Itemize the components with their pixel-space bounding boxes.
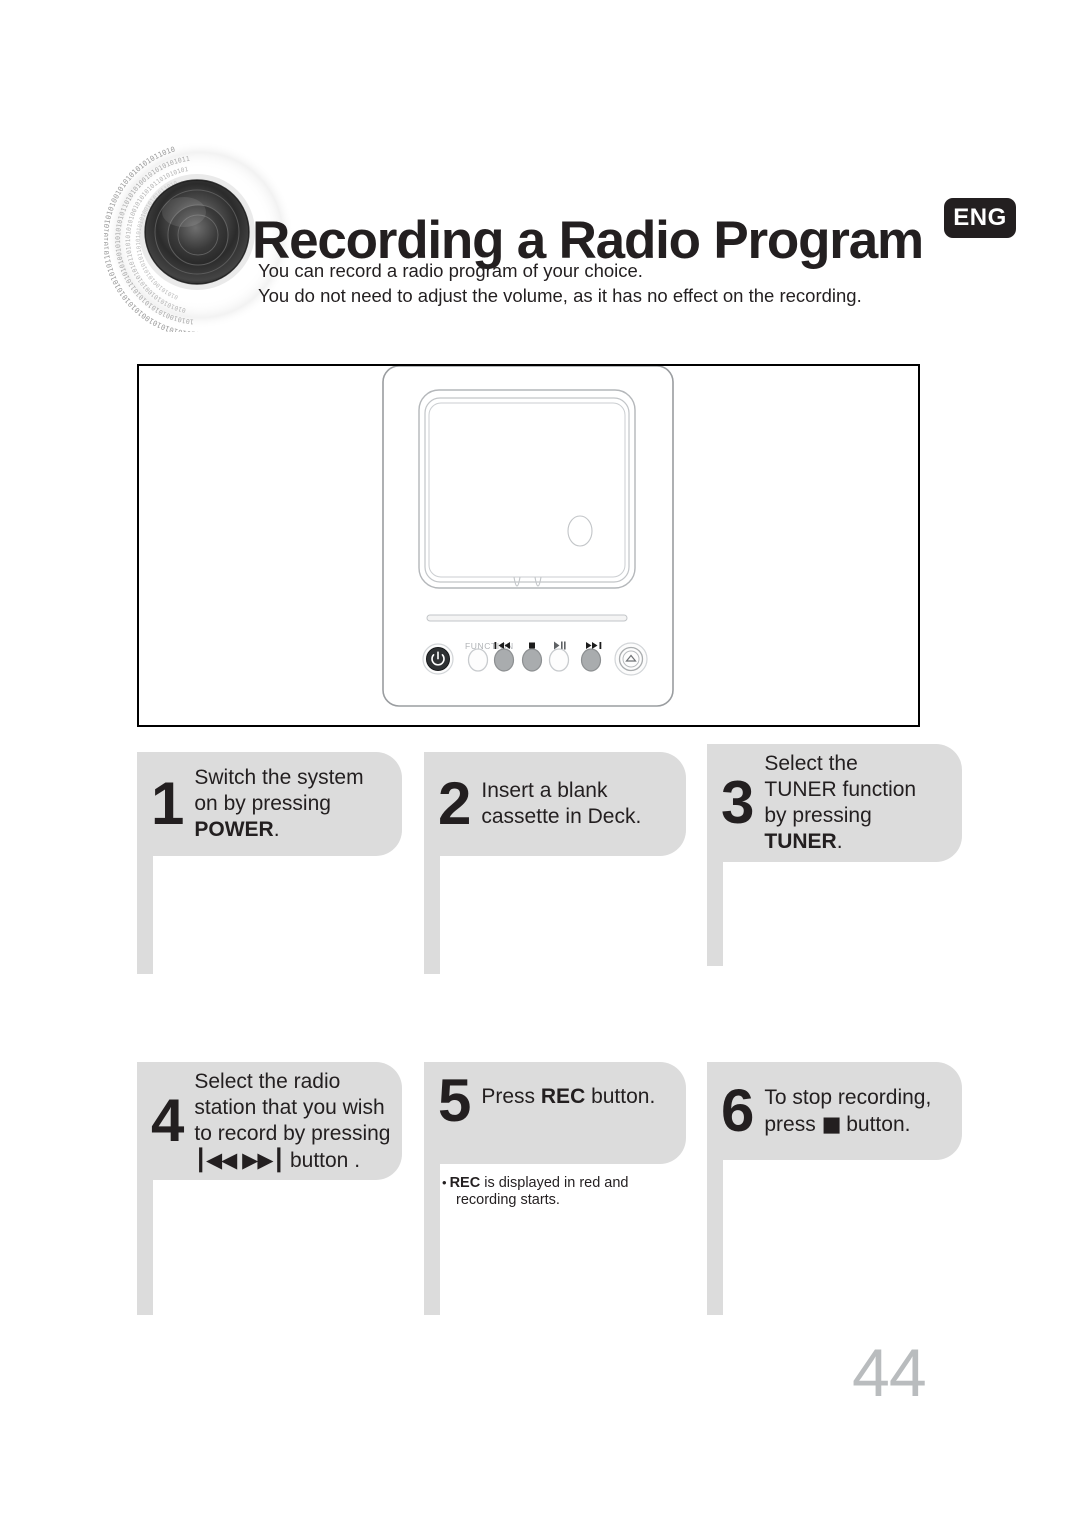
- step-6-text-before: press: [764, 1112, 822, 1136]
- page-number: 44: [852, 1335, 927, 1411]
- step-1-line-3: POWER.: [194, 817, 394, 843]
- step-2-text: Insert a blank cassette in Deck.: [481, 778, 686, 830]
- step-6-text-after: button.: [840, 1112, 911, 1136]
- step-3-line-3: by pressing: [764, 804, 872, 827]
- step-1: 1 Switch the system on by pressing POWER…: [137, 752, 402, 974]
- step-5: 5 Press REC button. • REC is displayed in…: [424, 1062, 686, 1315]
- step-6-line-1: To stop recording,: [764, 1085, 932, 1109]
- skip-backward-icon: ┃◀◀: [194, 1147, 237, 1172]
- step-1-text: Switch the system on by pressing POWER.: [194, 765, 402, 843]
- step-3-text: Select the TUNER function by pressing TU…: [764, 751, 962, 855]
- step-3-period: .: [836, 830, 843, 853]
- step-4-connector: [137, 1180, 153, 1315]
- skip-forward-icon: ▶▶┃: [242, 1147, 285, 1172]
- bullet-icon: •: [442, 1175, 447, 1190]
- step-4-line-4: ┃◀◀ ▶▶┃ button .: [194, 1147, 394, 1174]
- step-3-connector: [707, 862, 723, 966]
- step-5-note-line-2: recording starts.: [456, 1192, 560, 1208]
- step-1-number: 1: [151, 770, 185, 837]
- step-6: 6 To stop recording, press ■ button.: [707, 1062, 962, 1315]
- intro-line-2: You do not need to adjust the volume, as…: [258, 285, 862, 306]
- step-5-text-before: Press: [481, 1085, 541, 1108]
- step-4-line-1: Select the radio: [194, 1069, 341, 1093]
- step-4-number: 4: [151, 1087, 185, 1154]
- step-3-line-2: TUNER function: [764, 778, 917, 801]
- step-3: 3 Select the TUNER function by pressing …: [707, 744, 962, 966]
- step-3-keyword: TUNER: [764, 830, 837, 853]
- step-4: 4 Select the radio station that you wish…: [137, 1062, 402, 1315]
- step-1-connector: [137, 856, 153, 974]
- step-5-box: 5 Press REC button.: [424, 1062, 686, 1164]
- step-4-box: 4 Select the radio station that you wish…: [137, 1062, 402, 1180]
- step-5-connector: [424, 1164, 440, 1315]
- step-5-text: Press REC button.: [481, 1062, 686, 1110]
- step-3-line-4: TUNER.: [764, 829, 954, 855]
- step-1-keyword: POWER: [194, 818, 274, 841]
- step-6-connector: [707, 1160, 723, 1315]
- step-6-line-2: press ■ button.: [764, 1111, 954, 1138]
- intro-line-1: You can record a radio program of your c…: [258, 260, 643, 281]
- step-5-note-keyword: REC: [449, 1175, 481, 1191]
- step-2-line-1: Insert a blank: [481, 779, 608, 802]
- product-front-panel-illustration: FUNCTION: [137, 364, 920, 727]
- step-5-note: • REC is displayed in red and recording s…: [442, 1174, 629, 1209]
- step-2: 2 Insert a blank cassette in Deck.: [424, 752, 686, 974]
- step-2-connector: [424, 856, 440, 974]
- step-4-line-2: station that you wish: [194, 1095, 385, 1119]
- step-1-line-2: on by pressing: [194, 792, 331, 815]
- step-3-line-1: Select the: [764, 752, 858, 775]
- step-1-box: 1 Switch the system on by pressing POWER…: [137, 752, 402, 856]
- language-badge-label: ENG: [953, 204, 1007, 231]
- step-4-text: Select the radio station that you wish t…: [194, 1069, 402, 1174]
- step-5-note-line-1: • REC is displayed in red and: [442, 1174, 629, 1192]
- step-3-number: 3: [721, 769, 755, 836]
- step-2-box: 2 Insert a blank cassette in Deck.: [424, 752, 686, 856]
- step-5-note-text-1: is displayed in red and: [480, 1175, 629, 1191]
- page-header: 0101010101010010101010101010110101010101…: [0, 0, 1080, 340]
- step-5-keyword: REC: [540, 1085, 586, 1108]
- step-6-text: To stop recording, press ■ button.: [764, 1085, 962, 1138]
- step-6-number: 6: [721, 1077, 755, 1144]
- stop-square-icon: ■: [821, 1111, 842, 1136]
- step-1-period: .: [273, 818, 280, 841]
- step-5-number: 5: [438, 1067, 472, 1134]
- step-1-line-1: Switch the system: [194, 766, 364, 789]
- intro-text: You can record a radio program of your c…: [258, 258, 862, 308]
- step-4-line-3: to record by pressing: [194, 1121, 391, 1145]
- step-4-line-4-text: button .: [289, 1148, 361, 1172]
- language-badge: ENG: [944, 198, 1016, 238]
- step-5-text-after: button.: [585, 1085, 656, 1108]
- step-2-number: 2: [438, 770, 472, 837]
- step-3-box: 3 Select the TUNER function by pressing …: [707, 744, 962, 862]
- step-2-line-2: cassette in Deck.: [481, 805, 642, 828]
- step-6-box: 6 To stop recording, press ■ button.: [707, 1062, 962, 1160]
